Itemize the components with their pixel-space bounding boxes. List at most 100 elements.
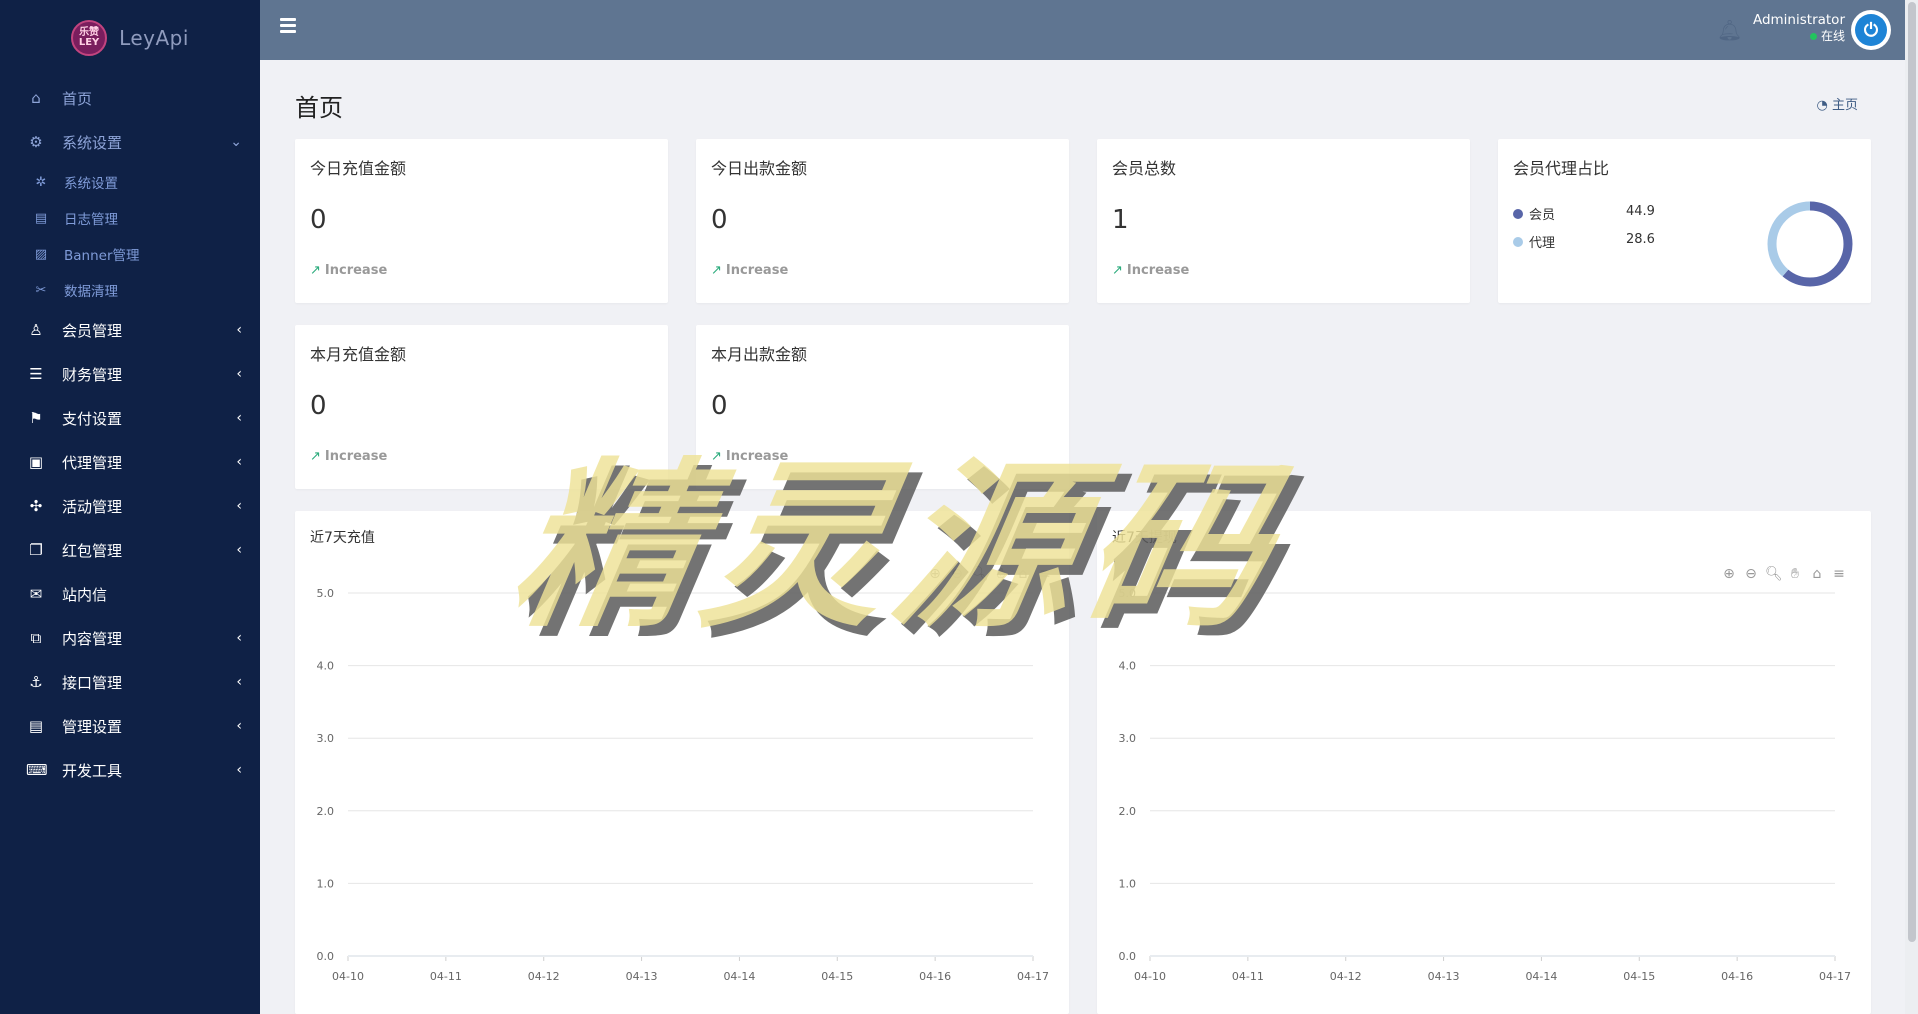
sidebar-item-home[interactable]: ⌂ 首页 — [0, 76, 260, 120]
sidebar-item-admin[interactable]: ▤ 管理设置 ‹ — [0, 704, 260, 748]
x-tick-label: 04-17 — [1819, 970, 1851, 983]
stat-title: 本月出款金额 — [711, 345, 808, 364]
trend-up-icon: ↗ — [711, 449, 722, 464]
chart-card-withdraw: 近7天提现 ⊕ ⊖ 🔍︎ ✋︎ ⌂ ≡ 0.0 1.0 2.0 3.0 4.0 5.0 04… — [1097, 511, 1871, 1014]
ratio-donut-chart[interactable] — [1760, 194, 1860, 294]
gear-icon: ✲ — [35, 174, 47, 190]
menu-toggle-icon[interactable] — [280, 18, 296, 33]
contact-icon: ▣ — [28, 453, 44, 471]
x-tick-label: 04-17 — [1017, 970, 1049, 983]
x-tick-label: 04-13 — [1428, 970, 1460, 983]
chart-card-recharge: 近7天充值 ⊕ ⊖ 🔍︎ ✋︎ ⌂ ≡ 0.0 1.0 2.0 3.0 4.0 5.0 04… — [295, 511, 1069, 1014]
power-icon: ⏻ — [1855, 14, 1887, 46]
stat-card-today-recharge: 今日充值金额 0 ↗ Increase — [295, 139, 668, 303]
legend-item[interactable]: 会员 — [1513, 204, 1555, 223]
brand[interactable]: 乐赞LEY LeyApi — [0, 0, 260, 76]
sidebar-subitem-banner[interactable]: ▨ Banner管理 — [0, 236, 260, 272]
sidebar-item-devtools[interactable]: ⌨ 开发工具 ‹ — [0, 748, 260, 792]
chevron-left-icon: ‹ — [236, 498, 242, 514]
line-chart[interactable]: 0.0 1.0 2.0 3.0 4.0 5.0 04-10 04-11 04-12 04-13 04… — [295, 511, 1069, 1014]
sidebar-item-agents[interactable]: ▣ 代理管理 ‹ — [0, 440, 260, 484]
x-tick-label: 04-12 — [1330, 970, 1362, 983]
stat-trend: ↗ Increase — [1112, 263, 1189, 278]
x-tick-label: 04-11 — [430, 970, 462, 983]
clone-icon: ❐ — [29, 541, 43, 559]
x-tick-label: 04-15 — [821, 970, 853, 983]
avatar[interactable]: ⏻ — [1851, 10, 1891, 50]
legend-label: 代理 — [1529, 236, 1556, 251]
copy-icon: ⧉ — [30, 629, 42, 647]
sidebar-item-label: 管理设置 — [62, 717, 123, 736]
scroll-thumb[interactable] — [1908, 2, 1916, 942]
sidebar-subitem-log[interactable]: ▤ 日志管理 — [0, 200, 260, 236]
sidebar-subitem-label: 系统设置 — [64, 176, 118, 192]
stat-trend-label: Increase — [324, 449, 388, 464]
x-tick-label: 04-15 — [1623, 970, 1655, 983]
trend-up-icon: ↗ — [711, 263, 722, 278]
user-info[interactable]: Administrator 在线 — [1753, 12, 1845, 44]
sidebar-item-label: 首页 — [62, 89, 93, 108]
ratio-card: 会员代理占比 会员 44.9 代理 28.6 — [1498, 139, 1871, 303]
x-tick-label: 04-14 — [1525, 970, 1557, 983]
y-tick-label: 1.0 — [1119, 877, 1137, 890]
sidebar-item-api[interactable]: ⚓ 接口管理 ‹ — [0, 660, 260, 704]
id-card-icon: ▤ — [28, 717, 44, 735]
top-header: 🔔︎ Administrator 在线 ⏻ — [260, 0, 1905, 60]
pinwheel-icon: ✣ — [29, 497, 43, 515]
y-tick-label: 5.0 — [317, 587, 335, 600]
sidebar-item-label: 系统设置 — [62, 133, 123, 152]
stat-title: 本月充值金额 — [310, 345, 407, 364]
user-status-label: 在线 — [1820, 29, 1845, 43]
sidebar-item-label: 接口管理 — [62, 673, 123, 692]
sidebar-item-system-settings[interactable]: ⚙ 系统设置 ⌄ — [0, 120, 260, 164]
line-chart[interactable]: 0.0 1.0 2.0 3.0 4.0 5.0 04-10 04-11 04-12 04-13 04… — [1097, 511, 1871, 1014]
breadcrumb[interactable]: ◔ 主页 — [1817, 94, 1859, 113]
bookmark-icon: ⚑ — [29, 409, 43, 427]
sidebar-subitem-system-settings[interactable]: ✲ 系统设置 — [0, 164, 260, 200]
stat-card-month-recharge: 本月充值金额 0 ↗ Increase — [295, 325, 668, 489]
stat-card-today-withdraw: 今日出款金额 0 ↗ Increase — [696, 139, 1069, 303]
chevron-left-icon: ‹ — [236, 718, 242, 734]
sidebar: 乐赞LEY LeyApi ⌂ 首页 ⚙ 系统设置 ⌄ ✲ 系统设置 ▤ 日志管理… — [0, 0, 260, 1014]
y-tick-label: 2.0 — [317, 805, 335, 818]
sidebar-item-finance[interactable]: ☰ 财务管理 ‹ — [0, 352, 260, 396]
home-icon: ⌂ — [31, 89, 41, 107]
x-tick-label: 04-12 — [528, 970, 560, 983]
sidebar-item-label: 支付设置 — [62, 409, 123, 428]
file-icon: ▤ — [34, 210, 48, 226]
sidebar-item-payment[interactable]: ⚑ 支付设置 ‹ — [0, 396, 260, 440]
stat-value: 0 — [310, 205, 327, 235]
stat-trend-label: Increase — [1126, 263, 1190, 278]
dashboard-icon: ◔ — [1816, 98, 1832, 113]
chevron-left-icon: ‹ — [236, 410, 242, 426]
stat-trend: ↗ Increase — [310, 263, 387, 278]
stat-title: 今日充值金额 — [310, 159, 407, 178]
sidebar-item-label: 站内信 — [62, 585, 108, 604]
envelope-icon: ✉ — [29, 585, 43, 603]
legend-label: 会员 — [1529, 208, 1556, 223]
database-icon: ☰ — [29, 365, 43, 383]
user-status: 在线 — [1753, 28, 1845, 44]
stat-title: 今日出款金额 — [711, 159, 808, 178]
sidebar-item-members[interactable]: ♙ 会员管理 ‹ — [0, 308, 260, 352]
sidebar-item-content[interactable]: ⧉ 内容管理 ‹ — [0, 616, 260, 660]
bell-icon[interactable]: 🔔︎ — [1717, 18, 1742, 42]
sidebar-subitem-label: 数据清理 — [64, 284, 118, 300]
y-tick-label: 3.0 — [317, 732, 335, 745]
ratio-title: 会员代理占比 — [1513, 159, 1610, 178]
x-tick-label: 04-10 — [332, 970, 364, 983]
sidebar-item-messages[interactable]: ✉ 站内信 — [0, 572, 260, 616]
page-scrollbar[interactable] — [1905, 0, 1918, 1014]
sidebar-item-red-packets[interactable]: ❐ 红包管理 ‹ — [0, 528, 260, 572]
legend-swatch — [1513, 236, 1523, 247]
legend-item[interactable]: 代理 — [1513, 232, 1555, 251]
stat-value: 0 — [711, 391, 728, 421]
scissors-icon: ✂ — [35, 282, 47, 298]
stat-trend-label: Increase — [324, 263, 388, 278]
stat-card-month-withdraw: 本月出款金额 0 ↗ Increase — [696, 325, 1069, 489]
sidebar-item-activities[interactable]: ✣ 活动管理 ‹ — [0, 484, 260, 528]
y-tick-label: 2.0 — [1119, 805, 1137, 818]
legend-swatch — [1513, 208, 1523, 219]
sidebar-subitem-cleanup[interactable]: ✂ 数据清理 — [0, 272, 260, 308]
x-tick-label: 04-16 — [1721, 970, 1753, 983]
